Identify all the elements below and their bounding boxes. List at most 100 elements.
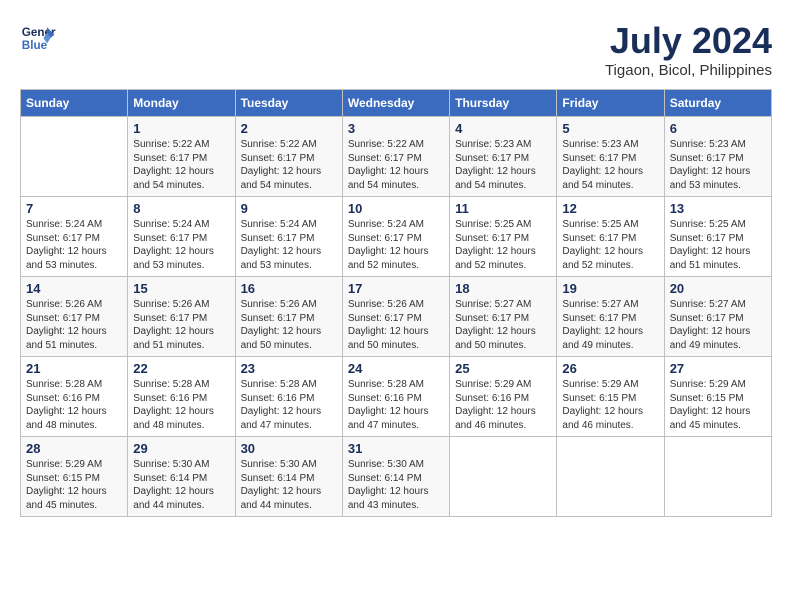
column-header-friday: Friday [557,90,664,117]
calendar-cell: 28 Sunrise: 5:29 AMSunset: 6:15 PMDayligh… [21,437,128,517]
day-number: 17 [348,281,444,296]
day-number: 1 [133,121,229,136]
week-row-5: 28 Sunrise: 5:29 AMSunset: 6:15 PMDayligh… [21,437,772,517]
day-info: Sunrise: 5:27 AMSunset: 6:17 PMDaylight:… [670,298,766,352]
day-info: Sunrise: 5:29 AMSunset: 6:15 PMDaylight:… [562,378,658,432]
day-number: 2 [241,121,337,136]
day-info: Sunrise: 5:29 AMSunset: 6:16 PMDaylight:… [455,378,551,432]
day-info: Sunrise: 5:22 AMSunset: 6:17 PMDaylight:… [241,138,337,192]
day-number: 9 [241,201,337,216]
day-number: 7 [26,201,122,216]
day-number: 6 [670,121,766,136]
calendar-cell: 12Sunrise: 5:25 AMSunset: 6:17 PMDayligh… [557,197,664,277]
calendar-cell: 9 Sunrise: 5:24 AMSunset: 6:17 PMDaylight… [235,197,342,277]
week-row-1: 1 Sunrise: 5:22 AMSunset: 6:17 PMDaylight… [21,117,772,197]
day-info: Sunrise: 5:29 AMSunset: 6:15 PMDaylight:… [26,458,122,512]
calendar-cell: 27 Sunrise: 5:29 AMSunset: 6:15 PMDayligh… [664,357,771,437]
day-number: 8 [133,201,229,216]
calendar-cell [450,437,557,517]
day-number: 24 [348,361,444,376]
month-title: July 2024 [605,20,772,62]
calendar-cell: 18 Sunrise: 5:27 AMSunset: 6:17 PMDayligh… [450,277,557,357]
day-info: Sunrise: 5:28 AMSunset: 6:16 PMDaylight:… [26,378,122,432]
week-row-4: 21 Sunrise: 5:28 AMSunset: 6:16 PMDayligh… [21,357,772,437]
day-number: 23 [241,361,337,376]
column-header-sunday: Sunday [21,90,128,117]
calendar-cell: 15 Sunrise: 5:26 AMSunset: 6:17 PMDayligh… [128,277,235,357]
day-number: 29 [133,441,229,456]
calendar-cell [557,437,664,517]
calendar-cell: 19 Sunrise: 5:27 AMSunset: 6:17 PMDayligh… [557,277,664,357]
day-number: 11 [455,201,551,216]
day-info: Sunrise: 5:26 AMSunset: 6:17 PMDaylight:… [133,298,229,352]
day-number: 30 [241,441,337,456]
day-info: Sunrise: 5:22 AMSunset: 6:17 PMDaylight:… [133,138,229,192]
calendar-cell: 2 Sunrise: 5:22 AMSunset: 6:17 PMDaylight… [235,117,342,197]
day-number: 28 [26,441,122,456]
calendar-cell: 25Sunrise: 5:29 AMSunset: 6:16 PMDayligh… [450,357,557,437]
day-number: 22 [133,361,229,376]
day-number: 20 [670,281,766,296]
day-info: Sunrise: 5:25 AMSunset: 6:17 PMDaylight:… [670,218,766,272]
calendar-cell: 22 Sunrise: 5:28 AMSunset: 6:16 PMDayligh… [128,357,235,437]
calendar-cell: 17 Sunrise: 5:26 AMSunset: 6:17 PMDayligh… [342,277,449,357]
day-number: 5 [562,121,658,136]
calendar-cell: 21 Sunrise: 5:28 AMSunset: 6:16 PMDayligh… [21,357,128,437]
day-number: 26 [562,361,658,376]
day-info: Sunrise: 5:28 AMSunset: 6:16 PMDaylight:… [348,378,444,432]
day-info: Sunrise: 5:27 AMSunset: 6:17 PMDaylight:… [562,298,658,352]
calendar-cell: 24 Sunrise: 5:28 AMSunset: 6:16 PMDayligh… [342,357,449,437]
calendar-table: SundayMondayTuesdayWednesdayThursdayFrid… [20,89,772,517]
calendar-cell: 8Sunrise: 5:24 AMSunset: 6:17 PMDaylight… [128,197,235,277]
calendar-cell: 23 Sunrise: 5:28 AMSunset: 6:16 PMDayligh… [235,357,342,437]
calendar-cell: 20 Sunrise: 5:27 AMSunset: 6:17 PMDayligh… [664,277,771,357]
day-info: Sunrise: 5:24 AMSunset: 6:17 PMDaylight:… [241,218,337,272]
calendar-cell: 10 Sunrise: 5:24 AMSunset: 6:17 PMDayligh… [342,197,449,277]
column-header-tuesday: Tuesday [235,90,342,117]
column-header-saturday: Saturday [664,90,771,117]
column-header-monday: Monday [128,90,235,117]
day-number: 16 [241,281,337,296]
day-info: Sunrise: 5:24 AMSunset: 6:17 PMDaylight:… [26,218,122,272]
calendar-cell: 13 Sunrise: 5:25 AMSunset: 6:17 PMDayligh… [664,197,771,277]
calendar-cell: 5Sunrise: 5:23 AMSunset: 6:17 PMDaylight… [557,117,664,197]
day-info: Sunrise: 5:30 AMSunset: 6:14 PMDaylight:… [133,458,229,512]
header: General Blue July 2024 Tigaon, Bicol, Ph… [20,20,772,79]
calendar-cell: 26 Sunrise: 5:29 AMSunset: 6:15 PMDayligh… [557,357,664,437]
day-info: Sunrise: 5:28 AMSunset: 6:16 PMDaylight:… [133,378,229,432]
header-row: SundayMondayTuesdayWednesdayThursdayFrid… [21,90,772,117]
day-info: Sunrise: 5:28 AMSunset: 6:16 PMDaylight:… [241,378,337,432]
day-number: 4 [455,121,551,136]
calendar-cell: 4Sunrise: 5:23 AMSunset: 6:17 PMDaylight… [450,117,557,197]
day-number: 10 [348,201,444,216]
day-info: Sunrise: 5:23 AMSunset: 6:17 PMDaylight:… [670,138,766,192]
calendar-cell: 1 Sunrise: 5:22 AMSunset: 6:17 PMDaylight… [128,117,235,197]
day-info: Sunrise: 5:29 AMSunset: 6:15 PMDaylight:… [670,378,766,432]
day-info: Sunrise: 5:22 AMSunset: 6:17 PMDaylight:… [348,138,444,192]
logo: General Blue [20,20,56,56]
day-info: Sunrise: 5:27 AMSunset: 6:17 PMDaylight:… [455,298,551,352]
day-number: 15 [133,281,229,296]
calendar-cell: 6 Sunrise: 5:23 AMSunset: 6:17 PMDaylight… [664,117,771,197]
day-info: Sunrise: 5:26 AMSunset: 6:17 PMDaylight:… [348,298,444,352]
day-info: Sunrise: 5:25 AMSunset: 6:17 PMDaylight:… [562,218,658,272]
calendar-cell [664,437,771,517]
day-info: Sunrise: 5:24 AMSunset: 6:17 PMDaylight:… [348,218,444,272]
day-number: 21 [26,361,122,376]
day-number: 3 [348,121,444,136]
calendar-cell: 14Sunrise: 5:26 AMSunset: 6:17 PMDayligh… [21,277,128,357]
day-number: 19 [562,281,658,296]
day-info: Sunrise: 5:26 AMSunset: 6:17 PMDaylight:… [241,298,337,352]
calendar-cell: 29 Sunrise: 5:30 AMSunset: 6:14 PMDayligh… [128,437,235,517]
day-info: Sunrise: 5:30 AMSunset: 6:14 PMDaylight:… [241,458,337,512]
calendar-cell: 11Sunrise: 5:25 AMSunset: 6:17 PMDayligh… [450,197,557,277]
week-row-2: 7 Sunrise: 5:24 AMSunset: 6:17 PMDaylight… [21,197,772,277]
day-number: 13 [670,201,766,216]
day-number: 14 [26,281,122,296]
column-header-thursday: Thursday [450,90,557,117]
svg-text:Blue: Blue [22,39,48,52]
calendar-cell [21,117,128,197]
calendar-cell: 16 Sunrise: 5:26 AMSunset: 6:17 PMDayligh… [235,277,342,357]
day-number: 27 [670,361,766,376]
day-number: 18 [455,281,551,296]
